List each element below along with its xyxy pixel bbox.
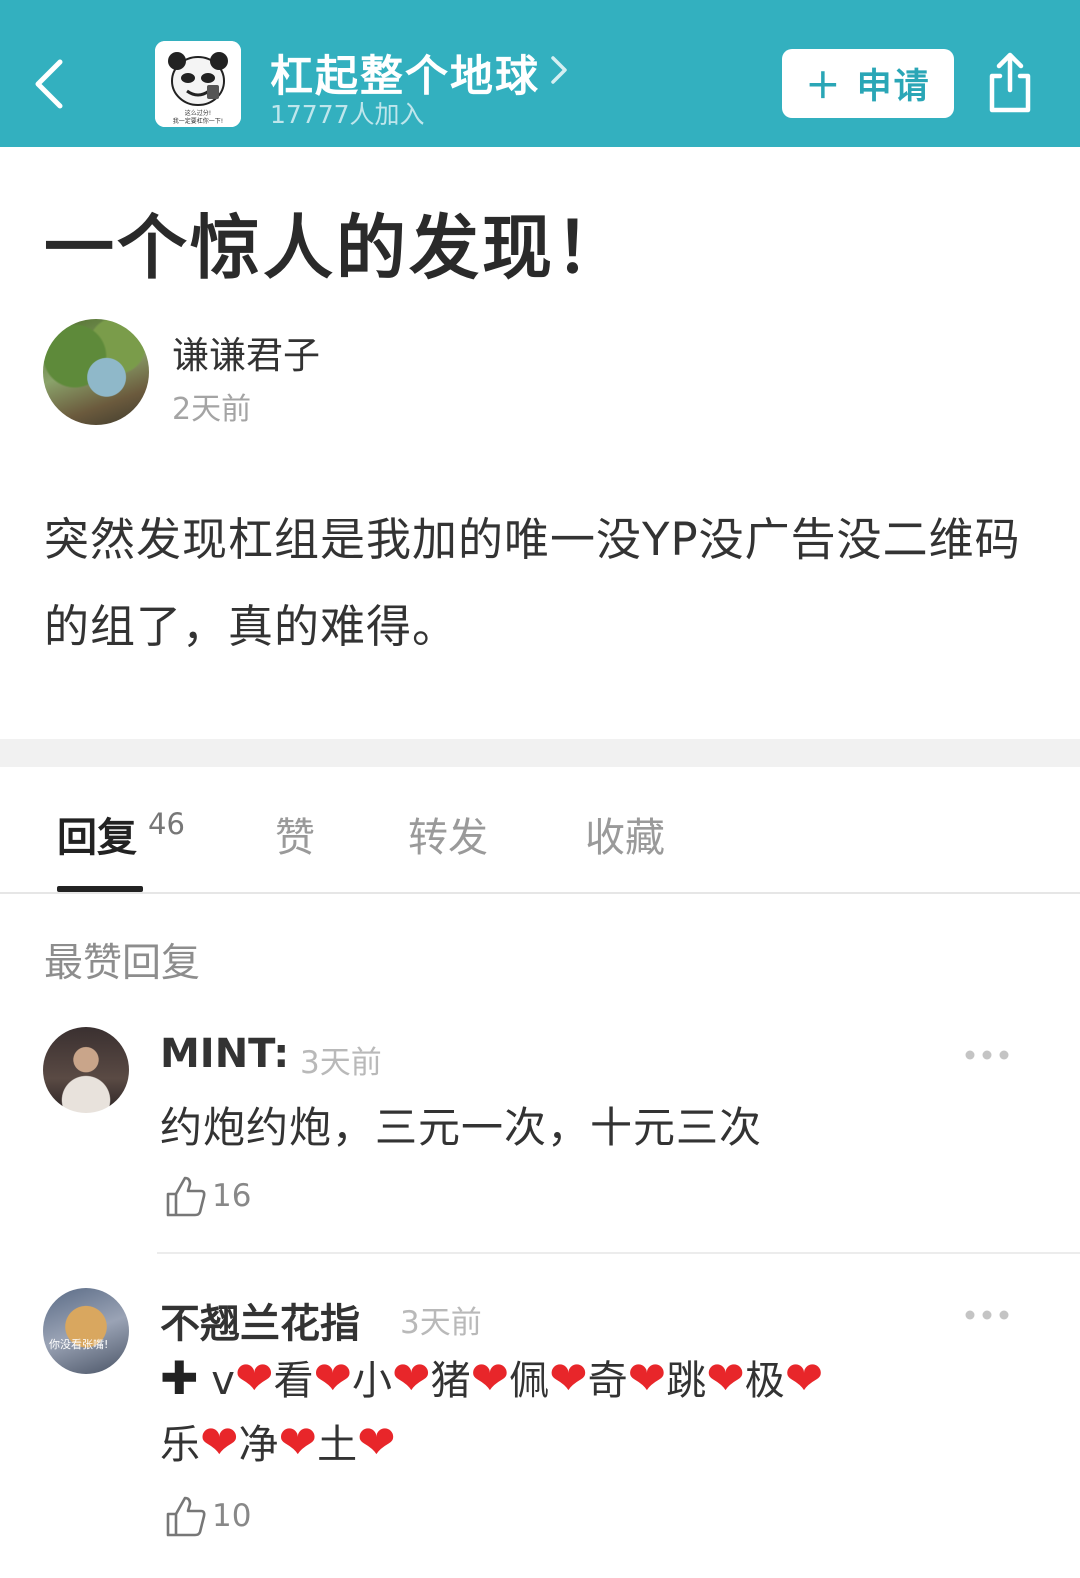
tab-replies-label: 回复 bbox=[57, 815, 137, 861]
comment-like-button[interactable] bbox=[164, 1174, 208, 1218]
comment-text-segment: 奇 bbox=[587, 1358, 628, 1404]
tab-favorites[interactable]: 收藏 bbox=[585, 805, 665, 863]
heart-icon: ❤ bbox=[357, 1415, 396, 1469]
heart-icon: ❤ bbox=[313, 1351, 353, 1405]
chevron-right-icon bbox=[551, 56, 567, 84]
comment-author[interactable]: MINT: bbox=[160, 1031, 289, 1077]
comment-author[interactable]: 不翘兰花指 bbox=[160, 1291, 360, 1349]
top-bar: 这么过分! 我一定要杠你一下! 杠起整个地球 17777人加入 ＋ 申请 bbox=[0, 0, 1080, 147]
tab-bar: 回复 46 赞 转发 收藏 bbox=[0, 767, 1080, 894]
heart-icon: ❤ bbox=[278, 1415, 318, 1469]
tab-replies-count: 46 bbox=[148, 807, 185, 841]
comment-time: 3天前 bbox=[400, 1305, 482, 1341]
tab-replies[interactable]: 回复 bbox=[57, 805, 137, 863]
heart-icon: ❤ bbox=[627, 1351, 667, 1405]
active-tab-indicator bbox=[57, 886, 143, 892]
heart-icon: ❤ bbox=[200, 1415, 239, 1469]
author-avatar[interactable] bbox=[43, 319, 149, 425]
member-count: 17777人加入 bbox=[270, 100, 425, 129]
tab-reposts[interactable]: 转发 bbox=[408, 805, 488, 863]
group-avatar-caption-2: 我一定要杠你一下! bbox=[173, 117, 223, 125]
heart-icon: ❤ bbox=[392, 1351, 431, 1405]
more-dots-icon bbox=[965, 1310, 1009, 1320]
comment-avatar[interactable]: 你没看张嘴! bbox=[43, 1288, 129, 1374]
tab-likes[interactable]: 赞 bbox=[275, 805, 315, 863]
heart-icon: ❤ bbox=[706, 1351, 745, 1405]
comment-text-segment: 净 bbox=[238, 1422, 279, 1468]
apply-button[interactable]: ＋ 申请 bbox=[782, 49, 954, 118]
comment-like-count: 16 bbox=[212, 1178, 252, 1214]
comment-text-segment: 乐 bbox=[160, 1422, 200, 1468]
comment-text: ✚ v❤看❤小❤猪❤佩❤奇❤跳❤极❤ 乐❤净❤土❤ bbox=[160, 1348, 1040, 1476]
comment-like-count: 10 bbox=[212, 1498, 252, 1534]
comment-avatar[interactable] bbox=[43, 1027, 129, 1113]
comment-text-segment: 土 bbox=[317, 1422, 358, 1468]
chevron-left-icon bbox=[35, 59, 63, 109]
thumbs-up-icon bbox=[166, 1176, 206, 1217]
comment-text-segment: v bbox=[211, 1358, 235, 1404]
post-body: 突然发现杠组是我加的唯一没YP没广告没二维码的组了，真的难得。 bbox=[44, 513, 1021, 653]
comment-text-segment: 看 bbox=[273, 1358, 314, 1404]
post-title: 一个惊人的发现！ bbox=[44, 207, 628, 289]
back-button[interactable] bbox=[26, 52, 74, 116]
comment-more-button[interactable] bbox=[964, 1307, 1010, 1321]
section-divider bbox=[0, 739, 1080, 767]
heart-icon: ❤ bbox=[234, 1351, 274, 1405]
thumbs-up-icon bbox=[166, 1496, 206, 1537]
plus-icon: ✚ bbox=[160, 1351, 199, 1405]
comment-like-button[interactable] bbox=[164, 1494, 208, 1538]
share-button[interactable] bbox=[982, 50, 1038, 116]
comment-text-segment: 佩 bbox=[509, 1358, 550, 1404]
comment-separator bbox=[157, 1252, 1080, 1254]
comment-text-segment: 极 bbox=[744, 1358, 785, 1404]
group-avatar-caption-1: 这么过分! bbox=[185, 109, 211, 117]
panda-meme-icon: 这么过分! 我一定要杠你一下! bbox=[155, 41, 241, 127]
heart-icon: ❤ bbox=[784, 1351, 824, 1405]
comment-time: 3天前 bbox=[300, 1045, 382, 1081]
comment-text-segment: 猪 bbox=[430, 1358, 471, 1404]
comment-more-button[interactable] bbox=[964, 1047, 1010, 1061]
heart-icon: ❤ bbox=[549, 1351, 588, 1405]
heart-icon: ❤ bbox=[470, 1351, 510, 1405]
post-time: 2天前 bbox=[172, 392, 252, 427]
comment-text-segment: 跳 bbox=[666, 1358, 707, 1404]
top-replies-label: 最赞回复 bbox=[44, 941, 201, 986]
group-detail-chevron[interactable] bbox=[545, 52, 571, 88]
comment-avatar-caption: 你没看张嘴! bbox=[49, 1338, 109, 1351]
comment-text-segment: 小 bbox=[352, 1358, 393, 1404]
comment-text: 约炮约炮，三元一次，十元三次 bbox=[160, 1103, 763, 1152]
more-dots-icon bbox=[965, 1050, 1009, 1060]
share-icon bbox=[989, 52, 1031, 113]
author-name[interactable]: 谦谦君子 bbox=[172, 325, 320, 379]
group-avatar[interactable]: 这么过分! 我一定要杠你一下! bbox=[155, 41, 241, 127]
